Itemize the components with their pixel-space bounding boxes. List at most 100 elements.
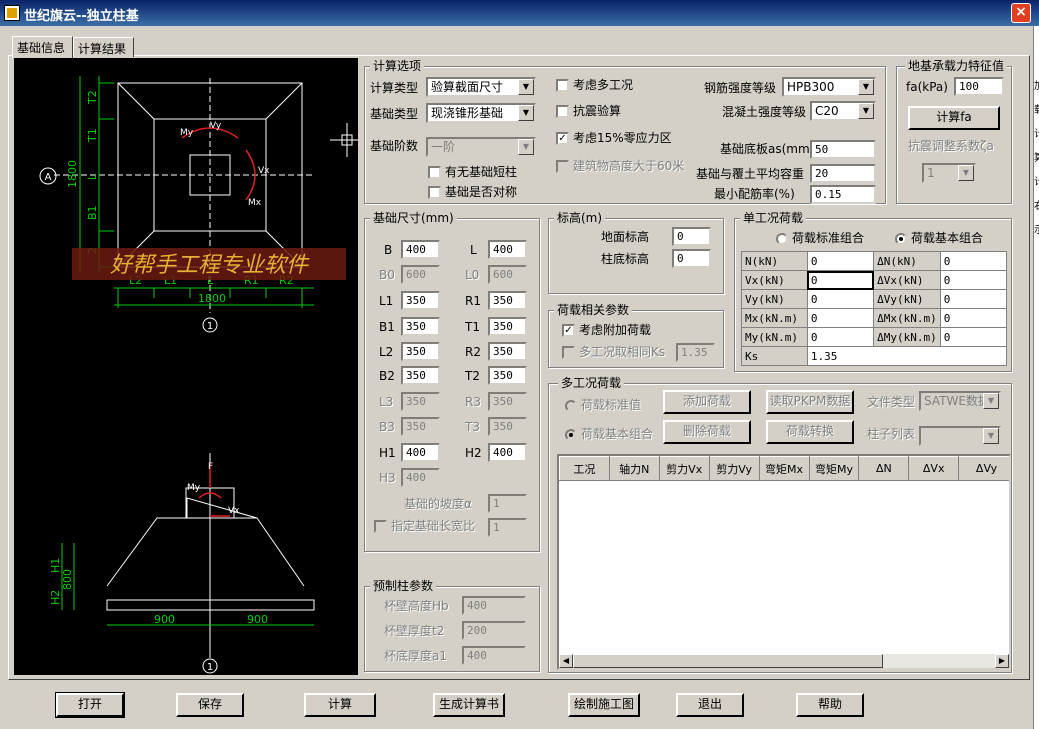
size-input-l0[interactable]: 600 xyxy=(488,265,527,284)
size-input-r1[interactable]: 350 xyxy=(488,291,527,310)
horizontal-scrollbar[interactable]: ◀ ▶ xyxy=(559,654,1009,668)
size-input-b0[interactable]: 600 xyxy=(401,265,440,284)
concrete-select[interactable]: C20 ▼ xyxy=(810,101,876,121)
grid-input-dvx[interactable]: 0 xyxy=(939,270,1008,290)
slope-input[interactable]: 1 xyxy=(488,494,527,513)
drawing-canvas[interactable]: My Vy Vx Mx F My Vx T2 T1 L B1 2 1800 L2… xyxy=(14,58,358,675)
as-input[interactable]: 50 xyxy=(810,140,876,159)
over60-checkbox[interactable] xyxy=(556,160,569,173)
open-button[interactable]: 打开 xyxy=(55,692,125,718)
multi-std-radio[interactable] xyxy=(565,400,577,412)
same-ks-checkbox[interactable] xyxy=(562,346,575,359)
gamma-input[interactable]: 20 xyxy=(810,164,876,183)
fa-input[interactable]: 100 xyxy=(954,77,1004,96)
multi-case-checkbox[interactable] xyxy=(556,79,569,92)
file-type-select[interactable]: SATWE数据 ▼ xyxy=(919,391,1001,411)
adj-label: 抗震调整系数ζa xyxy=(908,139,994,153)
col-list-select[interactable]: ▼ xyxy=(919,426,1001,446)
scroll-right-icon[interactable]: ▶ xyxy=(995,654,1009,668)
calc-type-select[interactable]: 验算截面尺寸 ▼ xyxy=(426,77,536,97)
window-title: 世纪旗云--独立柱基 xyxy=(24,9,139,24)
col-header[interactable]: 轴力N xyxy=(608,456,660,481)
adj-select[interactable]: 1 ▼ xyxy=(922,163,976,183)
short-col-checkbox[interactable] xyxy=(428,166,441,179)
ratio-input[interactable]: 1 xyxy=(488,518,527,537)
size-input-b[interactable]: 400 xyxy=(401,240,440,259)
ratio-checkbox[interactable] xyxy=(374,520,387,533)
col-header[interactable]: 弯矩My xyxy=(808,456,860,481)
convert-load-button[interactable]: 荷载转换 xyxy=(766,420,854,444)
a1-input[interactable]: 400 xyxy=(462,646,526,665)
size-input-b1[interactable]: 350 xyxy=(401,317,440,336)
col-header[interactable]: 工况 xyxy=(559,456,610,481)
size-input-h3[interactable]: 400 xyxy=(401,468,440,487)
col-header[interactable]: ΔVy xyxy=(958,456,1009,481)
delete-load-button[interactable]: 删除荷载 xyxy=(663,420,751,444)
symmetric-checkbox[interactable] xyxy=(428,186,441,199)
grid-input-dvy[interactable]: 0 xyxy=(939,289,1008,309)
grid-input-my[interactable]: 0 xyxy=(806,327,875,347)
size-input-l[interactable]: 400 xyxy=(488,240,527,259)
size-input-t3[interactable]: 350 xyxy=(488,417,527,436)
multi-load-table[interactable]: 工况 轴力N 剪力Vx 剪力Vy 弯矩Mx 弯矩My ΔN ΔVx ΔVy ◀ … xyxy=(557,454,1011,670)
single-basic-radio[interactable] xyxy=(895,233,907,245)
grid-input-dn[interactable]: 0 xyxy=(939,251,1008,271)
col-header[interactable]: 剪力Vy xyxy=(708,456,760,481)
size-input-b3[interactable]: 350 xyxy=(401,417,440,436)
size-input-h1[interactable]: 400 xyxy=(401,443,440,462)
scroll-thumb[interactable] xyxy=(573,654,883,668)
plan-label-vx: Vx xyxy=(258,166,270,176)
hb-input[interactable]: 400 xyxy=(462,596,526,615)
tab-calc-result[interactable]: 计算结果 xyxy=(73,37,134,57)
grid-input-vx[interactable]: 0 xyxy=(806,270,875,290)
read-pkpm-button[interactable]: 读取PKPM数据 xyxy=(766,390,854,414)
col-header[interactable]: 弯矩Mx xyxy=(758,456,810,481)
found-type-select[interactable]: 现浇锥形基础 ▼ xyxy=(426,103,536,123)
size-input-b2[interactable]: 350 xyxy=(401,366,440,385)
single-std-radio[interactable] xyxy=(776,233,788,245)
table-row: N(kN) 0 ΔN(kN) 0 xyxy=(741,251,1008,271)
calc-button[interactable]: 计算 xyxy=(304,693,376,717)
draw-button[interactable]: 绘制施工图 xyxy=(568,693,640,717)
report-button[interactable]: 生成计算书 xyxy=(433,693,505,717)
size-label-b: B xyxy=(384,243,393,257)
t2-input[interactable]: 200 xyxy=(462,621,526,640)
scroll-left-icon[interactable]: ◀ xyxy=(559,654,573,668)
colbot-input[interactable]: 0 xyxy=(672,249,711,268)
col-header[interactable]: 剪力Vx xyxy=(658,456,710,481)
multi-basic-radio[interactable] xyxy=(565,429,577,441)
grid-input-n[interactable]: 0 xyxy=(806,251,875,271)
seismic-checkbox[interactable] xyxy=(556,105,569,118)
add-load-button[interactable]: 添加荷载 xyxy=(663,390,751,414)
ground-input[interactable]: 0 xyxy=(672,227,711,246)
size-input-r2[interactable]: 350 xyxy=(488,342,527,361)
section-label-my: My xyxy=(187,483,201,493)
size-input-r3[interactable]: 350 xyxy=(488,392,527,411)
grid-input-dmx[interactable]: 0 xyxy=(939,308,1008,328)
size-input-l1[interactable]: 350 xyxy=(401,291,440,310)
save-button[interactable]: 保存 xyxy=(176,693,244,717)
grid-input-ks[interactable]: 1.35 xyxy=(806,346,1008,366)
grid-input-mx[interactable]: 0 xyxy=(806,308,875,328)
tab-basic-info[interactable]: 基础信息 xyxy=(12,36,73,58)
rho-input[interactable]: 0.15 xyxy=(810,185,876,204)
col-header[interactable]: ΔVx xyxy=(908,456,960,481)
calc-fa-button[interactable]: 计算fa xyxy=(908,106,1000,130)
close-button[interactable]: × xyxy=(1011,3,1031,23)
help-button[interactable]: 帮助 xyxy=(796,693,864,717)
exit-button[interactable]: 退出 xyxy=(676,693,744,717)
col-header[interactable]: ΔN xyxy=(858,456,910,481)
size-input-l2[interactable]: 350 xyxy=(401,342,440,361)
size-input-l3[interactable]: 350 xyxy=(401,392,440,411)
size-input-h2[interactable]: 400 xyxy=(488,443,527,462)
same-ks-input[interactable]: 1.35 xyxy=(676,343,715,362)
extra-load-checkbox[interactable]: ✓ xyxy=(562,324,575,337)
size-input-t2[interactable]: 350 xyxy=(488,366,527,385)
size-input-t1[interactable]: 350 xyxy=(488,317,527,336)
steel-select[interactable]: HPB300 ▼ xyxy=(782,77,876,97)
grid-input-vy[interactable]: 0 xyxy=(806,289,875,309)
grid-input-dmy[interactable]: 0 xyxy=(939,327,1008,347)
steps-select[interactable]: 一阶 ▼ xyxy=(426,137,536,157)
calc-options-title: 计算选项 xyxy=(370,59,425,73)
zero15-checkbox[interactable]: ✓ xyxy=(556,132,569,145)
